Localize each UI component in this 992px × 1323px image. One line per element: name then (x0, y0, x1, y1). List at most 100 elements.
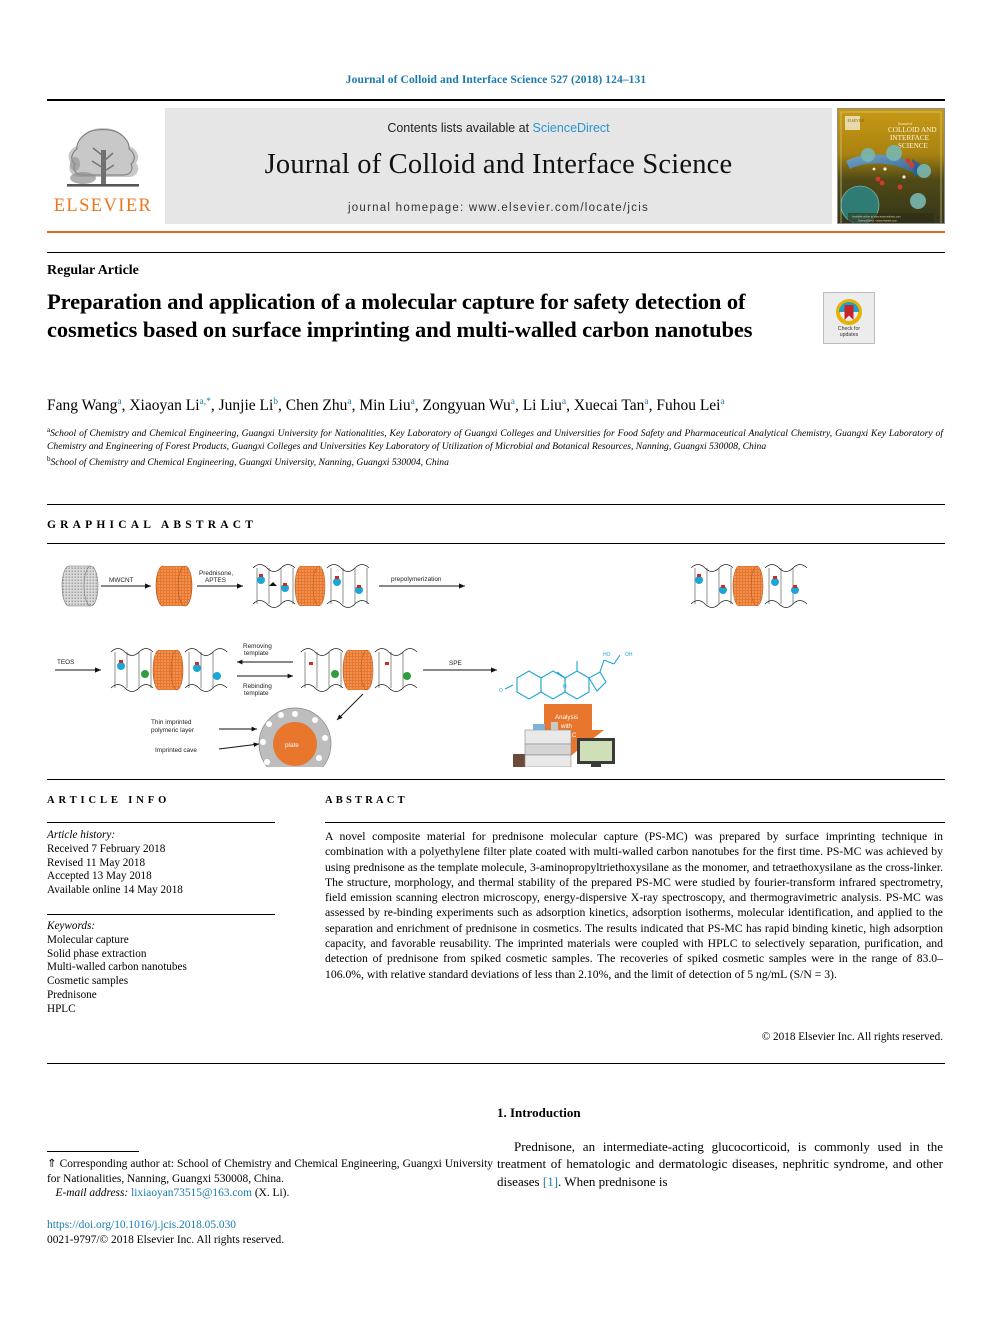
author-item[interactable]: Zongyuan Wua (423, 397, 515, 414)
affiliation-a-text: School of Chemistry and Chemical Enginee… (47, 428, 943, 452)
history-accepted: Accepted 13 May 2018 (47, 870, 152, 883)
introduction-heading: 1. Introduction (497, 1105, 581, 1120)
svg-text:COLLOID AND: COLLOID AND (888, 126, 937, 134)
affiliations-block: aSchool of Chemistry and Chemical Engine… (47, 424, 943, 470)
keywords-block: Keywords: Molecular capture Solid phase … (47, 920, 282, 1017)
crossmark-line-2: updates (839, 331, 859, 338)
svg-text:Available online at www.scienc: Available online at www.sciencedirect.co… (852, 215, 901, 219)
doi-link[interactable]: https://doi.org/10.1016/j.jcis.2018.05.0… (47, 1218, 493, 1233)
history-available-online: Available online 14 May 2018 (47, 884, 183, 897)
divider-under-article-info-heading (47, 822, 275, 823)
journal-cover-art: ELSEVIER Journal of COLLOID AND INTERFAC… (838, 109, 944, 223)
svg-text:INTERFACE: INTERFACE (890, 134, 930, 142)
affiliation-b-text: School of Chemistry and Chemical Enginee… (50, 457, 449, 469)
keyword-item: Multi-walled carbon nanotubes (47, 961, 187, 974)
author-item[interactable]: Chen Zhua (286, 397, 352, 414)
author-list: Fang Wanga, Xiaoyan Lia,*, Junjie Lib, C… (47, 397, 725, 415)
author-item[interactable]: Fang Wanga (47, 397, 122, 414)
author-affiliation-marker: a (644, 397, 649, 407)
svg-text:SCIENCE: SCIENCE (898, 142, 929, 150)
doi-block: https://doi.org/10.1016/j.jcis.2018.05.0… (47, 1218, 493, 1247)
introduction-text-part-2: . When prednisone is (558, 1173, 668, 1189)
ga-label-removing-template-2: template (244, 650, 269, 657)
author-affiliation-marker: a (510, 397, 515, 407)
email-label: E-mail address: (55, 1187, 129, 1200)
keyword-item: Prednisone (47, 988, 97, 1001)
paper-page: Journal of Colloid and Interface Science… (0, 0, 992, 1323)
author-name: Fuhou Lei (656, 397, 721, 415)
email-link[interactable]: lixiaoyan73515@163.com (131, 1187, 252, 1199)
sciencedirect-link[interactable]: ScienceDirect (533, 121, 610, 135)
corresponding-author-text: Corresponding author at: School of Chemi… (47, 1158, 493, 1185)
author-name: Li Liu (522, 397, 562, 415)
author-item[interactable]: Fuhou Leia (656, 397, 724, 414)
author-name: Xuecai Tan (573, 397, 645, 415)
keyword-item: HPLC (47, 1002, 76, 1015)
ga-label-imprinted-cave: Imprinted cave (155, 747, 197, 754)
author-item[interactable]: Xiaoyan Lia,* (129, 397, 211, 414)
ga-polymer-cluster-2 (690, 564, 808, 608)
author-item[interactable]: Junjie Lib (219, 397, 278, 414)
graphical-abstract-svg: MWCNT Prednisone, APTES prepolymerizatio… (55, 564, 808, 781)
author-name: Zongyuan Wu (422, 397, 511, 415)
corresponding-author-marker: ⇑ (47, 1158, 57, 1170)
divider-above-keywords (47, 914, 275, 915)
affiliation-a: aSchool of Chemistry and Chemical Engine… (47, 424, 943, 453)
author-item[interactable]: Min Liua (359, 397, 414, 414)
ga-tube-2 (294, 565, 326, 607)
svg-text:ScienceDirect • www.elsevier: ScienceDirect • www.elsevier.com (858, 218, 897, 222)
contents-prefix: Contents lists available at (387, 121, 533, 135)
divider-above-article-type (47, 252, 945, 253)
ga-prednisone-structure (504, 654, 621, 700)
author-affiliation-marker: a (347, 397, 352, 407)
article-history-label: Article history: (47, 829, 116, 841)
graphical-abstract-figure: MWCNT Prednisone, APTES prepolymerizatio… (47, 552, 945, 781)
ga-label-prednisone-aptes: Prednisone, (199, 570, 233, 577)
abstract-copyright: © 2018 Elsevier Inc. All rights reserved… (761, 1031, 943, 1043)
ga-label-thin-layer-2: polymeric layer (151, 727, 195, 734)
author-name: Fang Wang (47, 397, 118, 415)
journal-homepage-link[interactable]: journal homepage: www.elsevier.com/locat… (348, 202, 649, 214)
abstract-text: A novel composite material for prednison… (325, 830, 943, 981)
ga-label-analysis: Analysis (555, 714, 578, 721)
author-affiliation-marker: a (720, 397, 725, 407)
introduction-paragraph: Prednisone, an intermediate-acting gluco… (497, 1138, 943, 1190)
ga-tube-4 (152, 649, 184, 691)
ga-label-rebinding-template-2: template (244, 690, 269, 697)
ga-label-oh: OH (625, 652, 633, 658)
author-name: Junjie Li (218, 397, 274, 415)
author-name: Chen Zhu (285, 397, 348, 415)
author-item[interactable]: Li Liua (523, 397, 566, 414)
page-title: Preparation and application of a molecul… (47, 289, 753, 342)
ga-label-teos: TEOS (57, 659, 74, 666)
running-head: Journal of Colloid and Interface Science… (345, 74, 647, 86)
keywords-label: Keywords: (47, 920, 96, 932)
journal-cover-thumbnail: ELSEVIER Journal of COLLOID AND INTERFAC… (837, 108, 945, 224)
ga-label-o: O (499, 688, 503, 694)
corresponding-author-note: ⇑ Corresponding author at: School of Che… (47, 1157, 493, 1201)
journal-title: Journal of Colloid and Interface Science (264, 149, 733, 180)
ga-polymer-cluster-4 (300, 648, 418, 692)
reference-link-1[interactable]: [1] (543, 1174, 558, 1189)
ga-label-prepolymerization: prepolymerization (391, 576, 442, 583)
crossmark-badge[interactable]: Check for updates (823, 292, 875, 344)
ga-label-with: with (560, 723, 573, 730)
article-info-heading: ARTICLE INFO (47, 795, 171, 806)
contents-available-line: Contents lists available at ScienceDirec… (387, 121, 609, 135)
history-revised: Revised 11 May 2018 (47, 856, 146, 869)
author-affiliation-marker: a,* (199, 397, 211, 407)
elsevier-tree-icon (67, 128, 139, 187)
issn-copyright-line: 0021-9797/© 2018 Elsevier Inc. All right… (47, 1233, 285, 1246)
footnote-divider (47, 1151, 139, 1152)
ga-plate-grey (61, 565, 99, 607)
ga-label-h: H (563, 684, 567, 690)
divider-above-article-info (47, 779, 945, 780)
keyword-item: Solid phase extraction (47, 947, 147, 960)
author-item[interactable]: Xuecai Tana (574, 397, 649, 414)
ga-label-plate: plate (285, 742, 299, 749)
ga-label-aptes: APTES (205, 577, 226, 584)
author-affiliation-marker: b (273, 397, 279, 407)
graphical-abstract-heading: GRAPHICAL ABSTRACT (47, 519, 258, 531)
divider-below-abstract (47, 1063, 945, 1064)
ga-polymer-cluster-1 (252, 564, 370, 608)
